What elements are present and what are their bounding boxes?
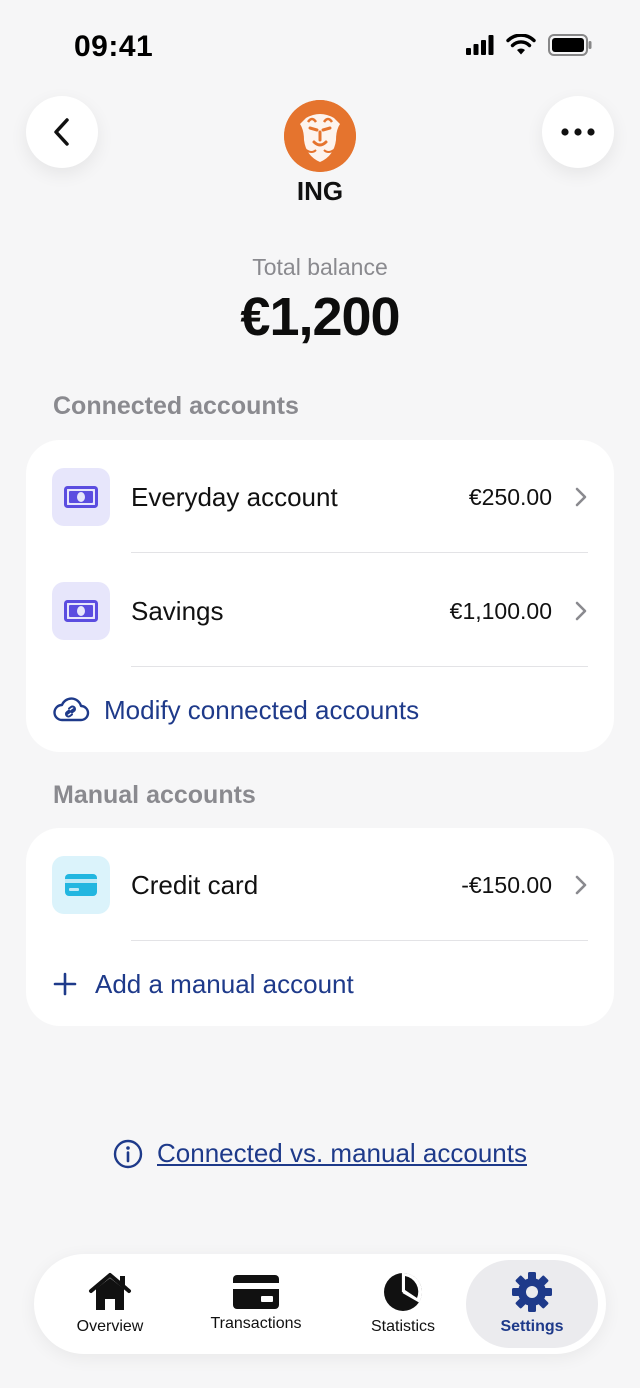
total-balance-value: €1,200 xyxy=(240,287,400,347)
account-label: Savings xyxy=(131,595,224,626)
account-label: Credit card xyxy=(131,869,259,900)
plus-icon xyxy=(53,972,77,996)
modify-connected-accounts-label: Modify connected accounts xyxy=(104,694,420,725)
tab-label: Overview xyxy=(76,1318,144,1335)
tab-transactions[interactable]: Transactions xyxy=(182,1254,330,1354)
account-row-credit-card[interactable]: Credit card -€150.00 xyxy=(26,828,614,942)
manual-accounts-card: Credit card -€150.00 Add a manual accoun… xyxy=(26,828,614,1026)
account-label: Everyday account xyxy=(131,481,338,512)
account-amount: €250.00 xyxy=(468,483,552,510)
total-balance-label: Total balance xyxy=(252,254,388,280)
tab-overview[interactable]: Overview xyxy=(44,1254,176,1354)
lion-logo-icon xyxy=(284,100,356,172)
more-dots-icon xyxy=(561,128,595,136)
modify-connected-accounts-button[interactable]: Modify connected accounts xyxy=(26,668,614,752)
home-icon xyxy=(89,1273,131,1310)
battery-icon xyxy=(548,34,592,56)
wifi-icon xyxy=(506,34,536,55)
chevron-right-icon xyxy=(575,875,587,895)
account-amount: €1,100.00 xyxy=(449,597,552,624)
pie-chart-icon xyxy=(384,1273,423,1311)
tab-settings[interactable]: Settings xyxy=(466,1260,598,1348)
tab-label: Statistics xyxy=(370,1318,435,1335)
tab-label: Transactions xyxy=(210,1315,302,1332)
divider xyxy=(131,666,588,667)
manual-accounts-title: Manual accounts xyxy=(53,781,256,809)
tab-statistics[interactable]: Statistics xyxy=(338,1254,468,1354)
connected-vs-manual-link[interactable]: Connected vs. manual accounts xyxy=(0,1138,640,1169)
gear-icon xyxy=(512,1272,552,1312)
card-icon xyxy=(233,1275,279,1309)
credit-card-icon xyxy=(52,856,110,914)
bank-name: ING xyxy=(296,176,344,206)
more-options-button[interactable] xyxy=(542,96,614,168)
bottom-tab-bar: Overview Transactions Statistics Setting… xyxy=(34,1254,606,1354)
add-manual-account-label: Add a manual account xyxy=(95,968,354,999)
add-manual-account-button[interactable]: Add a manual account xyxy=(26,942,614,1026)
tab-label: Settings xyxy=(500,1318,564,1335)
cloud-link-icon xyxy=(53,697,90,722)
back-button[interactable] xyxy=(26,96,98,168)
banknote-icon xyxy=(52,468,110,526)
chevron-right-icon xyxy=(575,487,587,507)
status-icons xyxy=(466,34,592,56)
account-amount: -€150.00 xyxy=(461,871,552,898)
connected-accounts-title: Connected accounts xyxy=(53,392,299,420)
banknote-icon xyxy=(52,582,110,640)
account-row-everyday[interactable]: Everyday account €250.00 xyxy=(26,440,614,554)
connected-accounts-card: Everyday account €250.00 Savings €1,100.… xyxy=(26,440,614,752)
info-icon xyxy=(113,1139,143,1168)
connected-vs-manual-link-label: Connected vs. manual accounts xyxy=(157,1138,527,1168)
divider xyxy=(131,940,588,941)
chevron-left-icon xyxy=(54,118,69,146)
chevron-right-icon xyxy=(575,601,587,621)
divider xyxy=(131,552,588,553)
signal-icon xyxy=(466,35,494,55)
bank-logo xyxy=(284,100,356,172)
status-bar: 09:41 xyxy=(0,0,640,92)
status-time: 09:41 xyxy=(74,30,154,63)
account-row-savings[interactable]: Savings €1,100.00 xyxy=(26,554,614,668)
